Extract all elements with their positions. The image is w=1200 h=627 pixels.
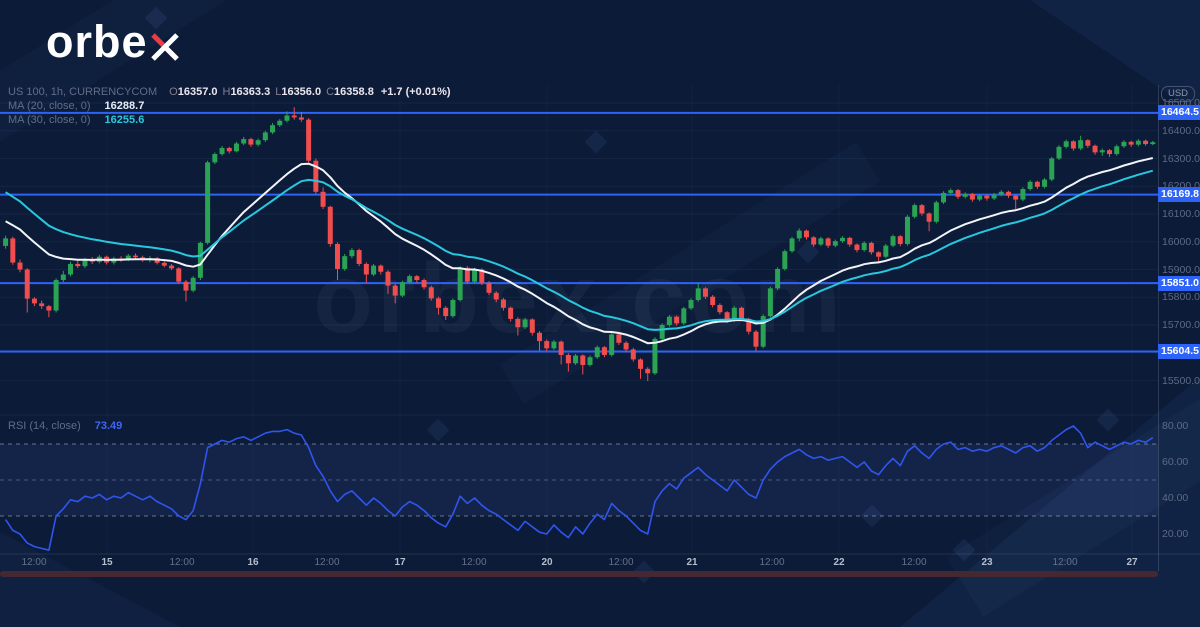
low-value: 16356.0 bbox=[281, 86, 321, 98]
logo-text: orbe bbox=[46, 16, 148, 68]
symbol-legend[interactable]: US 100, 1h, CURRENCYCOMO16357.0H16363.3L… bbox=[8, 86, 451, 98]
rsi-tick: 40.00 bbox=[1162, 492, 1188, 504]
price-tick: 15800.0 bbox=[1162, 291, 1200, 303]
time-tick: 20 bbox=[525, 557, 569, 568]
price-tick: 15700.0 bbox=[1162, 319, 1200, 331]
rsi-tick: 80.00 bbox=[1162, 420, 1188, 432]
time-axis[interactable]: 12:00 15 12:00 16 12:00 17 12:00 20 12:00 21 12:00… bbox=[0, 554, 1158, 578]
time-tick: 12:00 bbox=[12, 557, 56, 568]
time-tick: 23 bbox=[965, 557, 1009, 568]
ma20-label: MA (20, close, 0) bbox=[8, 100, 91, 112]
symbol-title: US 100, 1h, CURRENCYCOM bbox=[8, 86, 157, 98]
ma30-label: MA (30, close, 0) bbox=[8, 114, 91, 126]
time-tick: 17 bbox=[378, 557, 422, 568]
close-value: 16358.8 bbox=[334, 86, 374, 98]
time-tick: 22 bbox=[817, 557, 861, 568]
time-tick: 12:00 bbox=[305, 557, 349, 568]
close-key: C bbox=[326, 86, 334, 98]
level-price-label: 15604.5 bbox=[1158, 344, 1200, 359]
high-value: 16363.3 bbox=[230, 86, 270, 98]
rsi-tick: 20.00 bbox=[1162, 528, 1188, 540]
trading-chart-screen: orbe orbex.com US 100, 1h, CURRENCYCOMO1… bbox=[0, 0, 1200, 627]
rsi-label: RSI (14, close) bbox=[8, 420, 81, 432]
price-tick: 16300.0 bbox=[1162, 153, 1200, 165]
ma20-value: 16288.7 bbox=[105, 100, 145, 112]
level-price-label: 15851.0 bbox=[1158, 276, 1200, 291]
price-tick: 16400.0 bbox=[1162, 125, 1200, 137]
time-tick: 27 bbox=[1110, 557, 1154, 568]
time-tick: 21 bbox=[670, 557, 714, 568]
time-tick: 12:00 bbox=[1043, 557, 1087, 568]
ma20-legend[interactable]: MA (20, close, 0) 16288.7 bbox=[8, 100, 144, 112]
level-price-label: 16169.8 bbox=[1158, 187, 1200, 202]
price-tick: 16000.0 bbox=[1162, 236, 1200, 248]
price-axis[interactable]: USD 16500.016400.016300.016200.016100.01… bbox=[1158, 85, 1200, 572]
price-tick: 15500.0 bbox=[1162, 375, 1200, 387]
level-price-label: 16464.5 bbox=[1158, 105, 1200, 120]
time-tick: 12:00 bbox=[452, 557, 496, 568]
time-tick: 16 bbox=[231, 557, 275, 568]
logo-x-icon bbox=[150, 27, 181, 63]
time-tick: 12:00 bbox=[750, 557, 794, 568]
rsi-tick: 60.00 bbox=[1162, 456, 1188, 468]
open-value: 16357.0 bbox=[178, 86, 218, 98]
price-tick: 15900.0 bbox=[1162, 264, 1200, 276]
ma30-value: 16255.6 bbox=[105, 114, 145, 126]
ma30-legend[interactable]: MA (30, close, 0) 16255.6 bbox=[8, 114, 144, 126]
rsi-legend[interactable]: RSI (14, close) 73.49 bbox=[8, 420, 122, 432]
time-tick: 12:00 bbox=[892, 557, 936, 568]
price-tick: 16100.0 bbox=[1162, 208, 1200, 220]
time-tick: 12:00 bbox=[160, 557, 204, 568]
open-key: O bbox=[169, 86, 178, 98]
time-tick: 15 bbox=[85, 557, 129, 568]
change-value: +1.7 (+0.01%) bbox=[381, 86, 451, 98]
orbex-logo: orbe bbox=[46, 16, 181, 68]
rsi-value: 73.49 bbox=[95, 420, 123, 432]
time-tick: 12:00 bbox=[599, 557, 643, 568]
